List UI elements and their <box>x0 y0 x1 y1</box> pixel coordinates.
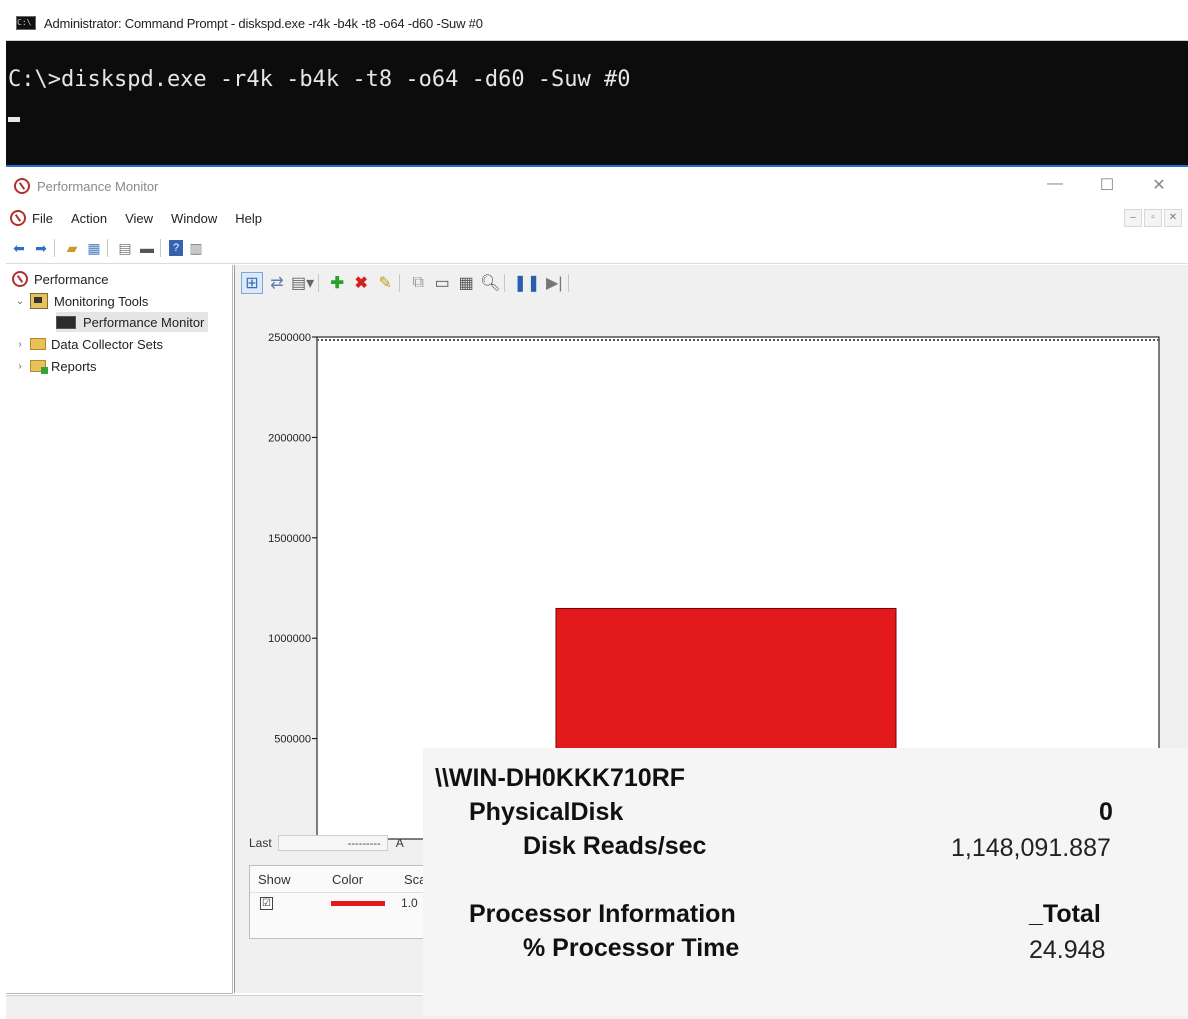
perfmon-app-icon <box>14 178 30 194</box>
tree-item-performance[interactable]: Performance <box>12 269 108 289</box>
tree-label: Reports <box>51 358 97 374</box>
forward-arrow-icon[interactable]: ➡ <box>32 239 50 257</box>
freeze-display-icon[interactable]: ❚❚ <box>513 273 540 293</box>
menu-help[interactable]: Help <box>235 211 262 226</box>
tree-item-performance-monitor[interactable]: Performance Monitor <box>56 312 209 332</box>
cmd-cursor <box>8 117 20 122</box>
counter-tooltip-overlay: \\WIN-DH0KKK710RF PhysicalDisk 0 Disk Re… <box>423 748 1188 1016</box>
change-graph-type-icon[interactable]: ▤▾ <box>291 273 314 293</box>
show-checkbox[interactable]: ☑ <box>260 896 273 910</box>
tree-label: Monitoring Tools <box>54 293 149 309</box>
highlight-icon[interactable]: ✎ <box>375 273 395 293</box>
counter-processor-time: % Processor Time <box>523 934 740 962</box>
counter-disk-reads: Disk Reads/sec <box>523 832 707 860</box>
paste-counter-list-icon[interactable]: ▭ <box>432 273 452 293</box>
help-icon[interactable]: ? <box>169 240 183 256</box>
y-tick-label: 1000000 <box>268 633 311 645</box>
last-value: --------- <box>277 835 388 851</box>
chevron-right-icon[interactable]: › <box>14 339 26 350</box>
mdi-close-button[interactable]: ✕ <box>1164 209 1182 227</box>
tree-item-reports[interactable]: › Reports <box>14 356 97 376</box>
counter-color-swatch <box>331 900 385 906</box>
object-processor-information: Processor Information <box>469 900 736 928</box>
minimize-button[interactable]: — <box>1046 175 1064 195</box>
properties-icon[interactable]: ▤ <box>116 239 134 257</box>
object-physicaldisk: PhysicalDisk <box>469 798 624 826</box>
cmd-titlebar: C:\ Administrator: Command Prompt - disk… <box>6 6 1188 41</box>
copy-properties-icon[interactable]: ⧉ <box>408 273 428 293</box>
main-toolbar: ⬅ ➡ ▰ ▦ ▤ ▬ ? ▥ <box>6 233 1188 264</box>
value-disk-reads: 1,148,091.887 <box>951 834 1111 862</box>
toolbar-separator <box>54 239 55 257</box>
tree-label: Data Collector Sets <box>51 336 163 352</box>
zoom-icon[interactable]: 🔍︎ <box>480 273 500 293</box>
update-data-icon[interactable]: ▶| <box>544 273 564 293</box>
menu-app-icon[interactable] <box>10 210 26 226</box>
y-tick-label: 2500000 <box>268 332 311 344</box>
mdi-restore-button[interactable]: ▫ <box>1144 209 1162 227</box>
performance-icon <box>12 271 28 287</box>
mmc-console-icon[interactable]: ▥ <box>187 239 205 257</box>
toolbar-separator <box>160 239 161 257</box>
toolbar-separator <box>504 274 506 292</box>
chevron-down-icon[interactable]: ⌄ <box>14 296 26 307</box>
menu-file[interactable]: File <box>32 211 53 226</box>
add-counter-icon[interactable]: ✚ <box>327 273 347 293</box>
up-folder-icon[interactable]: ▰ <box>63 239 81 257</box>
delete-counter-icon[interactable]: ✖ <box>351 273 371 293</box>
chevron-right-icon[interactable]: › <box>14 361 26 372</box>
instance-0: 0 <box>1099 798 1113 826</box>
print-icon[interactable]: ▬ <box>138 239 156 257</box>
graph-toolbar: ⊞ ⇄ ▤▾ ✚ ✖ ✎ ⧉ ▭ ▦ 🔍︎ ❚❚ ▶| <box>235 265 1188 301</box>
average-label: A <box>395 836 404 850</box>
tree-item-data-collector-sets[interactable]: › Data Collector Sets <box>14 334 163 354</box>
perfmon-title: Performance Monitor <box>37 178 159 194</box>
toolbar-separator <box>318 274 320 292</box>
cmd-command-line: C:\>diskspd.exe -r4k -b4k -t8 -o64 -d60 … <box>8 67 631 92</box>
show-hide-tree-icon[interactable]: ▦ <box>85 239 103 257</box>
mdi-minimize-button[interactable]: – <box>1124 209 1142 227</box>
computer-name: \\WIN-DH0KKK710RF <box>435 764 686 792</box>
maximize-button[interactable]: ☐ <box>1098 175 1116 195</box>
menu-window[interactable]: Window <box>171 211 217 226</box>
data-collector-sets-icon <box>30 338 46 350</box>
toolbar-separator <box>568 274 570 292</box>
tree-label: Performance <box>34 271 109 287</box>
menu-bar: File Action View Window Help – ▫ ✕ <box>6 205 1188 231</box>
properties-icon[interactable]: ▦ <box>456 273 476 293</box>
reports-icon <box>30 360 48 374</box>
view-log-data-icon[interactable]: ⇄ <box>267 273 287 293</box>
tree-label: Performance Monitor <box>83 314 205 330</box>
cmd-icon: C:\ <box>16 16 36 30</box>
value-bar: Last --------- A <box>249 835 404 851</box>
last-label: Last <box>249 836 272 850</box>
y-tick-label: 1500000 <box>268 533 311 545</box>
column-show[interactable]: Show <box>250 872 324 887</box>
toolbar-separator <box>399 274 401 292</box>
cmd-window-title: Administrator: Command Prompt - diskspd.… <box>44 15 483 31</box>
back-arrow-icon[interactable]: ⬅ <box>10 239 28 257</box>
monitoring-tools-icon <box>30 293 48 309</box>
close-button[interactable]: ✕ <box>1150 175 1168 195</box>
view-current-activity-icon[interactable]: ⊞ <box>241 272 263 294</box>
column-color[interactable]: Color <box>324 872 396 887</box>
value-processor-time: 24.948 <box>1029 936 1106 964</box>
menu-view[interactable]: View <box>125 211 153 226</box>
cmd-console[interactable]: C:\>diskspd.exe -r4k -b4k -t8 -o64 -d60 … <box>6 41 1188 165</box>
menu-action[interactable]: Action <box>71 211 107 226</box>
counter-scale: 1.0 <box>401 896 418 910</box>
navigation-tree: Performance ⌄ Monitoring Tools Performan… <box>6 265 233 994</box>
y-tick-label: 2000000 <box>268 432 311 444</box>
instance-total: _Total <box>1029 900 1101 928</box>
tree-item-monitoring-tools[interactable]: ⌄ Monitoring Tools <box>14 291 148 311</box>
perfmon-titlebar: Performance Monitor — ☐ ✕ <box>6 167 1188 205</box>
performance-monitor-icon <box>56 315 76 329</box>
column-scale[interactable]: Sca <box>396 872 426 887</box>
y-tick-label: 500000 <box>274 734 311 746</box>
toolbar-separator <box>107 239 108 257</box>
